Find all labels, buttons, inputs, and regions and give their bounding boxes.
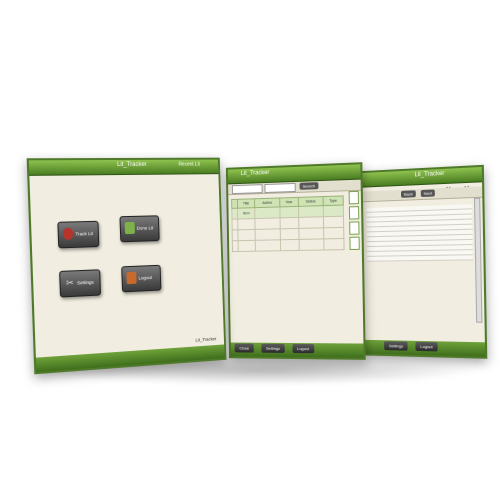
settings-button[interactable]: ✂ Settings xyxy=(59,269,102,298)
close-button[interactable]: Close xyxy=(234,343,255,353)
window-titlebar: Lit_Tracker Recent Lit xyxy=(28,159,219,176)
window-title: Lit_Tracker xyxy=(414,170,445,179)
table-row[interactable] xyxy=(232,238,345,252)
back-button[interactable]: Back xyxy=(400,190,416,198)
logout-icon xyxy=(126,271,137,285)
next-button[interactable]: Next xyxy=(420,189,436,198)
action-sidebar xyxy=(348,190,360,252)
action-slot[interactable] xyxy=(349,236,360,251)
clipboard-check-icon xyxy=(124,221,135,235)
logout-button[interactable]: Logout xyxy=(292,343,315,354)
window-list: Lit_Tracker Search Title Author Year Sta… xyxy=(225,162,366,360)
search-button[interactable]: Search xyxy=(299,182,319,190)
scissors-icon: ✂ xyxy=(65,277,74,289)
action-slot[interactable] xyxy=(348,206,360,220)
action-slot[interactable] xyxy=(349,221,360,235)
filter-input[interactable] xyxy=(264,182,296,193)
window-subtitle: Recent Lit xyxy=(178,161,201,168)
window-dashboard: Lit_Tracker Recent Lit Track Lit Done Li… xyxy=(26,157,227,375)
logout-button[interactable]: Logout xyxy=(121,264,162,293)
document-text xyxy=(366,200,473,262)
logout-button[interactable]: Logout xyxy=(415,341,438,352)
window-footer: Settings Logout xyxy=(364,339,486,357)
window-title: Lit_Tracker xyxy=(117,161,147,169)
tile-label: Logout xyxy=(138,275,153,281)
version-label: Lit_Tracker xyxy=(195,336,217,343)
dart-icon xyxy=(62,227,74,241)
window-footer: Close Settings Logout xyxy=(230,342,364,358)
text-lines xyxy=(366,204,473,262)
window-reader: Lit_Tracker ◀ ▶ ● ◀ ▶ ● Back Next Settin… xyxy=(360,164,488,359)
action-slot[interactable] xyxy=(348,190,359,205)
tile-label: Done Lit xyxy=(136,225,154,231)
window-title: Lit_Tracker xyxy=(240,169,270,178)
tile-label: Track Lit xyxy=(75,231,93,237)
track-lit-button[interactable]: Track Lit xyxy=(57,220,100,249)
records-table: Title Author Year Status Type Item xyxy=(231,195,345,252)
screenshot-stage: Lit_Tracker ◀ ▶ ● ◀ ▶ ● Back Next Settin… xyxy=(0,0,500,500)
scrollbar[interactable] xyxy=(473,197,483,323)
settings-button[interactable]: Settings xyxy=(384,341,409,351)
done-lit-button[interactable]: Done Lit xyxy=(119,215,160,243)
settings-button[interactable]: Settings xyxy=(261,343,285,353)
search-input[interactable] xyxy=(231,184,263,195)
tile-label: Settings xyxy=(77,279,94,286)
